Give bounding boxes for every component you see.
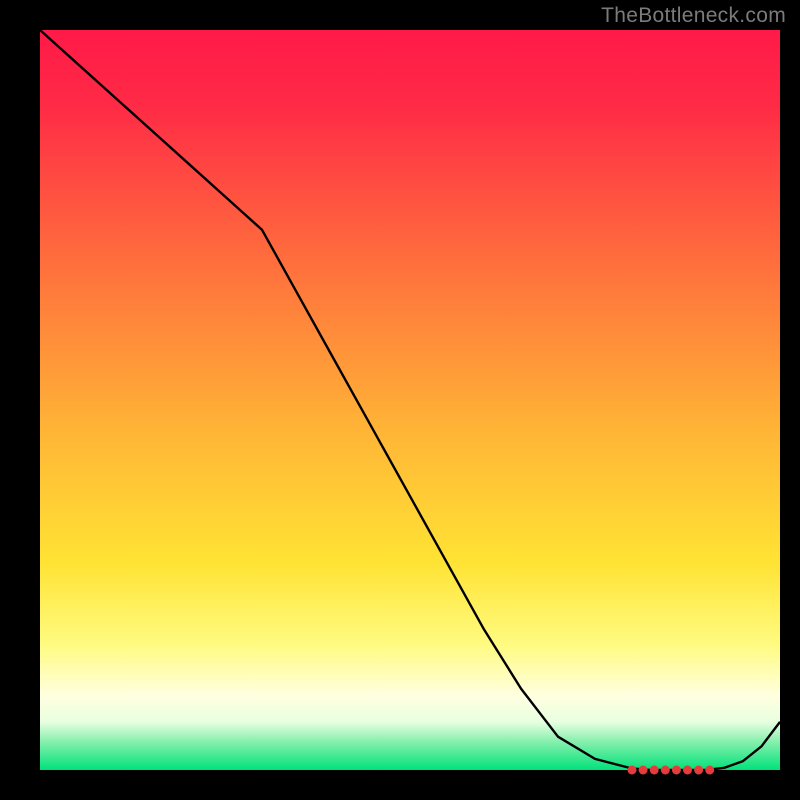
bottleneck-curve (40, 30, 780, 770)
valley-marker (694, 766, 703, 775)
chart-container: TheBottleneck.com (0, 0, 800, 800)
plot-area (40, 30, 780, 770)
valley-marker (650, 766, 659, 775)
valley-marker (628, 766, 637, 775)
valley-marker (683, 766, 692, 775)
valley-marker (705, 766, 714, 775)
valley-marker (661, 766, 670, 775)
attribution-label: TheBottleneck.com (601, 4, 786, 28)
valley-marker (639, 766, 648, 775)
valley-marker (672, 766, 681, 775)
chart-overlay (40, 30, 780, 770)
